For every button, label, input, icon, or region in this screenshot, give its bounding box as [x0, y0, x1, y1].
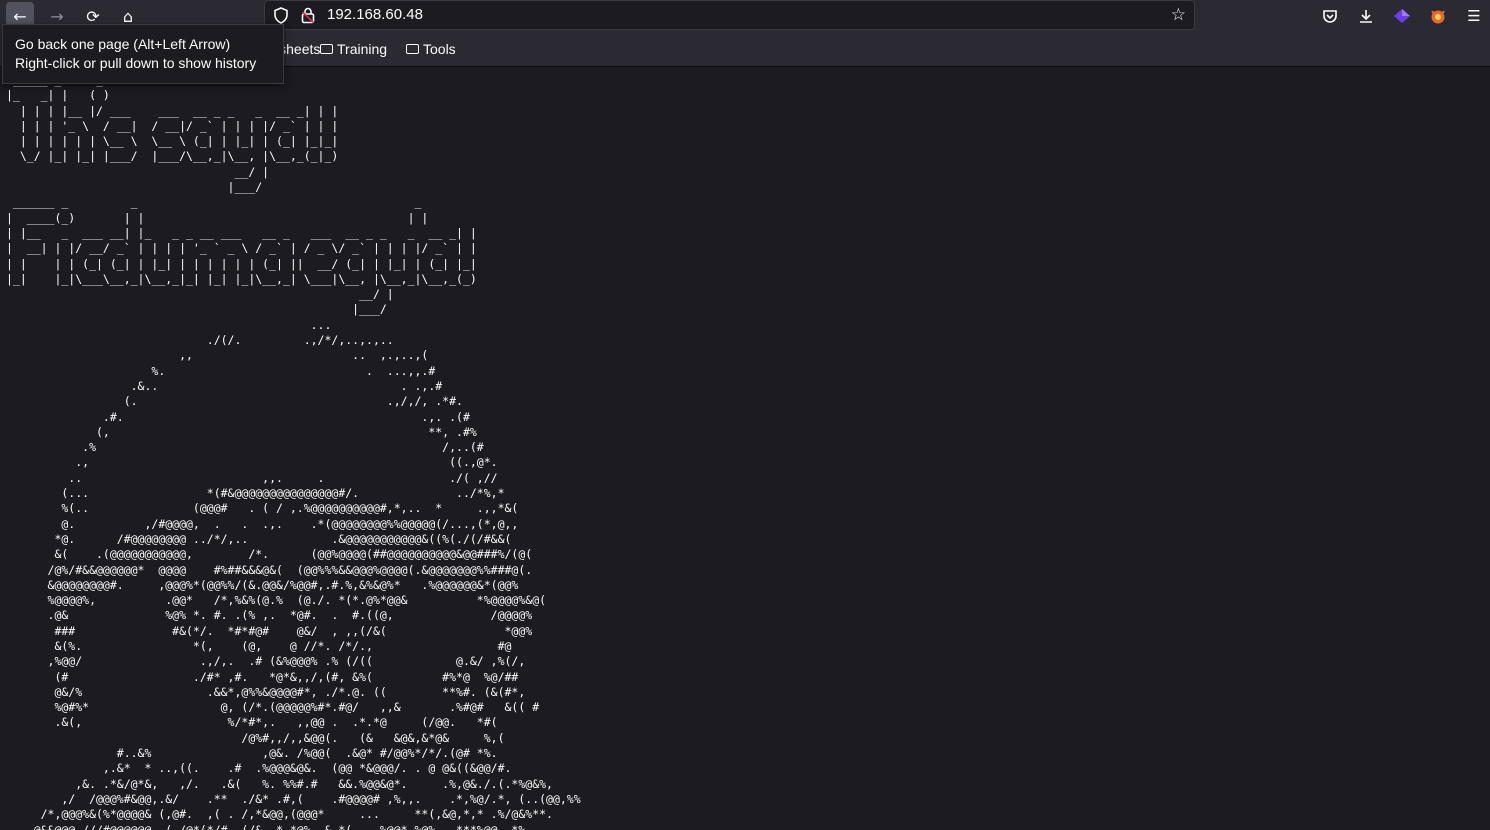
reload-icon: ⟳: [86, 6, 100, 26]
pocket-icon: [1323, 9, 1337, 23]
url-text[interactable]: 192.168.60.48: [327, 6, 423, 23]
downloads-button[interactable]: [1354, 4, 1378, 28]
lock-icon[interactable]: [301, 7, 315, 28]
download-icon: [1360, 10, 1372, 23]
menu-button[interactable]: ☰: [1462, 4, 1486, 28]
home-icon: ⌂: [122, 6, 134, 26]
folder-icon: [320, 44, 333, 54]
extension-gem-icon: [1394, 9, 1410, 23]
fox-icon: [1431, 10, 1445, 24]
bookmark-folder-tools[interactable]: Tools: [406, 41, 456, 57]
bookmark-label: Training: [337, 41, 388, 57]
folder-icon: [406, 44, 419, 54]
bookmark-label: Tools: [423, 41, 456, 57]
tooltip-line: Go back one page (Alt+Left Arrow): [15, 36, 231, 52]
hamburger-icon: ☰: [1467, 7, 1481, 25]
bookmark-folder-training[interactable]: Training: [320, 41, 387, 57]
extension-fox-button[interactable]: [1426, 4, 1450, 28]
back-button-tooltip: Go back one page (Alt+Left Arrow) Right-…: [2, 24, 284, 84]
page-content: _____ _ _ |_ _| | ( ) | | | |__ |/ ___ _…: [0, 67, 1490, 830]
arrow-right-icon: →: [50, 6, 64, 26]
url-bar[interactable]: 192.168.60.48 ☆: [264, 0, 1195, 30]
extension-button[interactable]: [1390, 4, 1414, 28]
tooltip-line: Right-click or pull down to show history: [15, 55, 257, 71]
pocket-button[interactable]: [1318, 4, 1342, 28]
ascii-art: _____ _ _ |_ _| | ( ) | | | |__ |/ ___ _…: [6, 73, 581, 830]
arrow-left-icon: ←: [13, 6, 27, 26]
star-icon[interactable]: ☆: [1171, 5, 1186, 25]
